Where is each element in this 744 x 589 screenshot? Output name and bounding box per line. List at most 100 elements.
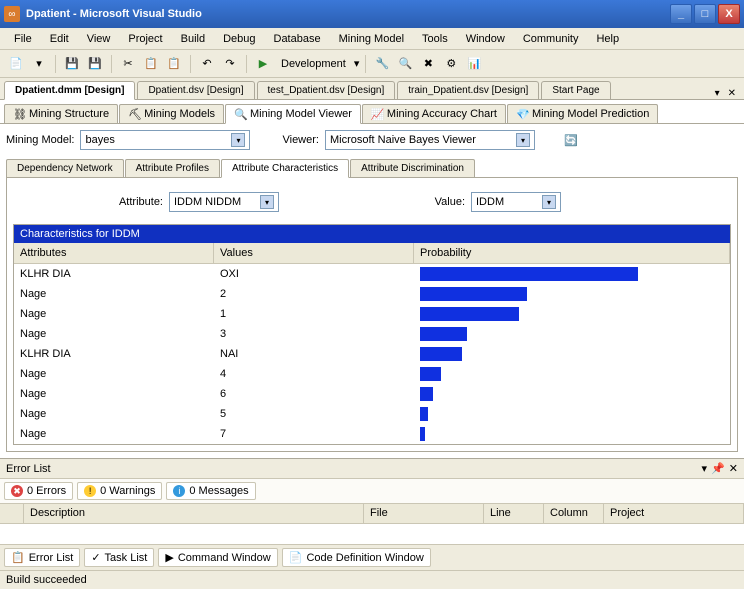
- config-dropdown-icon[interactable]: ▾: [354, 57, 360, 70]
- menu-tools[interactable]: Tools: [414, 30, 456, 48]
- col-description[interactable]: Description: [24, 504, 364, 523]
- subtab-accuracy-chart[interactable]: 📈Mining Accuracy Chart: [362, 104, 506, 123]
- btab-label: Task List: [105, 552, 148, 564]
- menu-edit[interactable]: Edit: [42, 30, 77, 48]
- undo-icon[interactable]: ↶: [197, 54, 217, 74]
- value-combo[interactable]: IDDM▾: [471, 192, 561, 212]
- mining-model-combo[interactable]: bayes▾: [80, 130, 250, 150]
- copy-icon[interactable]: 📋: [141, 54, 161, 74]
- chevron-down-icon: ▾: [542, 195, 556, 209]
- col-file[interactable]: File: [364, 504, 484, 523]
- characteristics-panel: Attribute: IDDM NIDDM▾ Value: IDDM▾ Char…: [6, 178, 738, 452]
- table-row[interactable]: Nage2: [14, 284, 730, 304]
- btab-command-window[interactable]: ▶Command Window: [158, 548, 277, 567]
- col-icon[interactable]: [0, 504, 24, 523]
- tab-start-page[interactable]: Start Page: [541, 81, 610, 99]
- tab-test-dpatient[interactable]: test_Dpatient.dsv [Design]: [257, 81, 396, 99]
- table-row[interactable]: Nage5: [14, 404, 730, 424]
- tab-attribute-profiles[interactable]: Attribute Profiles: [125, 159, 220, 177]
- tool-icon-2[interactable]: 🔍: [395, 54, 415, 74]
- menu-database[interactable]: Database: [266, 30, 329, 48]
- separator: [190, 55, 191, 73]
- menu-help[interactable]: Help: [588, 30, 627, 48]
- viewer-combo[interactable]: Microsoft Naive Bayes Viewer▾: [325, 130, 535, 150]
- pin-icon[interactable]: 📌: [711, 462, 725, 475]
- menu-mining-model[interactable]: Mining Model: [331, 30, 412, 48]
- col-project[interactable]: Project: [604, 504, 744, 523]
- tab-dependency-network[interactable]: Dependency Network: [6, 159, 124, 177]
- tab-close-icon[interactable]: ✕: [724, 88, 740, 99]
- tab-dpatient-dmm[interactable]: Dpatient.dmm [Design]: [4, 81, 135, 100]
- probability-bar: [420, 287, 527, 301]
- save-icon[interactable]: 💾: [62, 54, 82, 74]
- table-row[interactable]: KLHR DIANAI: [14, 344, 730, 364]
- menu-debug[interactable]: Debug: [215, 30, 263, 48]
- config-combo[interactable]: Development: [276, 55, 351, 73]
- tab-attribute-discrimination[interactable]: Attribute Discrimination: [350, 159, 475, 177]
- new-project-icon[interactable]: 📄: [6, 54, 26, 74]
- refresh-icon[interactable]: 🔄: [561, 130, 581, 150]
- tool-icon-4[interactable]: ⚙: [441, 54, 461, 74]
- table-row[interactable]: KLHR DIAOXI: [14, 264, 730, 284]
- close-button[interactable]: X: [718, 4, 740, 24]
- table-row[interactable]: Nage4: [14, 364, 730, 384]
- save-all-icon[interactable]: 💾: [85, 54, 105, 74]
- col-column[interactable]: Column: [544, 504, 604, 523]
- probability-bar: [420, 307, 519, 321]
- error-list-panel: Error List ▾ 📌 ✕ ✖0 Errors !0 Warnings i…: [0, 458, 744, 570]
- cell-probability: [414, 265, 730, 283]
- menu-build[interactable]: Build: [173, 30, 213, 48]
- btab-code-definition[interactable]: 📄Code Definition Window: [282, 548, 431, 567]
- designer-tabs: ⛓Mining Structure ⛏Mining Models 🔍Mining…: [0, 100, 744, 124]
- separator: [365, 55, 366, 73]
- paste-icon[interactable]: 📋: [164, 54, 184, 74]
- maximize-button[interactable]: □: [694, 4, 716, 24]
- warnings-count: 0 Warnings: [100, 485, 155, 497]
- tab-dpatient-dsv[interactable]: Dpatient.dsv [Design]: [137, 81, 254, 99]
- table-row[interactable]: Nage1: [14, 304, 730, 324]
- menu-file[interactable]: File: [6, 30, 40, 48]
- tab-train-dpatient[interactable]: train_Dpatient.dsv [Design]: [397, 81, 539, 99]
- header-values[interactable]: Values: [214, 243, 414, 263]
- chevron-down-icon: ▾: [231, 133, 245, 147]
- bottom-tool-tabs: 📋Error List ✓Task List ▶Command Window 📄…: [0, 544, 744, 570]
- dropdown-icon[interactable]: ▾: [702, 462, 708, 475]
- cell-probability: [414, 365, 730, 383]
- table-row[interactable]: Nage6: [14, 384, 730, 404]
- tool-icon-5[interactable]: 📊: [464, 54, 484, 74]
- redo-icon[interactable]: ↷: [220, 54, 240, 74]
- close-panel-icon[interactable]: ✕: [729, 462, 738, 475]
- tool-icon-3[interactable]: ✖: [418, 54, 438, 74]
- cell-probability: [414, 345, 730, 363]
- btab-task-list[interactable]: ✓Task List: [84, 548, 154, 567]
- subtab-mining-model-viewer[interactable]: 🔍Mining Model Viewer: [225, 104, 361, 124]
- tool-icon-1[interactable]: 🔧: [372, 54, 392, 74]
- cell-value: 3: [214, 326, 414, 342]
- tab-dropdown-icon[interactable]: ▾: [711, 88, 724, 99]
- start-icon[interactable]: ▶: [253, 54, 273, 74]
- menu-project[interactable]: Project: [120, 30, 170, 48]
- table-row[interactable]: Nage7: [14, 424, 730, 444]
- btab-error-list[interactable]: 📋Error List: [4, 548, 80, 567]
- menu-window[interactable]: Window: [458, 30, 513, 48]
- header-probability[interactable]: Probability: [414, 243, 730, 263]
- cell-attribute: Nage: [14, 306, 214, 322]
- subtab-mining-structure[interactable]: ⛓Mining Structure: [4, 104, 118, 123]
- minimize-button[interactable]: _: [670, 4, 692, 24]
- subtab-prediction[interactable]: 💎Mining Model Prediction: [507, 104, 658, 123]
- subtab-mining-models[interactable]: ⛏Mining Models: [119, 104, 224, 123]
- header-attributes[interactable]: Attributes: [14, 243, 214, 263]
- menu-view[interactable]: View: [79, 30, 119, 48]
- errors-button[interactable]: ✖0 Errors: [4, 482, 73, 500]
- error-list-icon: 📋: [11, 551, 25, 564]
- attribute-combo[interactable]: IDDM NIDDM▾: [169, 192, 279, 212]
- messages-button[interactable]: i0 Messages: [166, 482, 255, 500]
- col-line[interactable]: Line: [484, 504, 544, 523]
- open-icon[interactable]: ▾: [29, 54, 49, 74]
- chart-icon: 📈: [371, 108, 383, 120]
- menu-community[interactable]: Community: [515, 30, 587, 48]
- tab-attribute-characteristics[interactable]: Attribute Characteristics: [221, 159, 349, 178]
- table-row[interactable]: Nage3: [14, 324, 730, 344]
- cut-icon[interactable]: ✂: [118, 54, 138, 74]
- warnings-button[interactable]: !0 Warnings: [77, 482, 162, 500]
